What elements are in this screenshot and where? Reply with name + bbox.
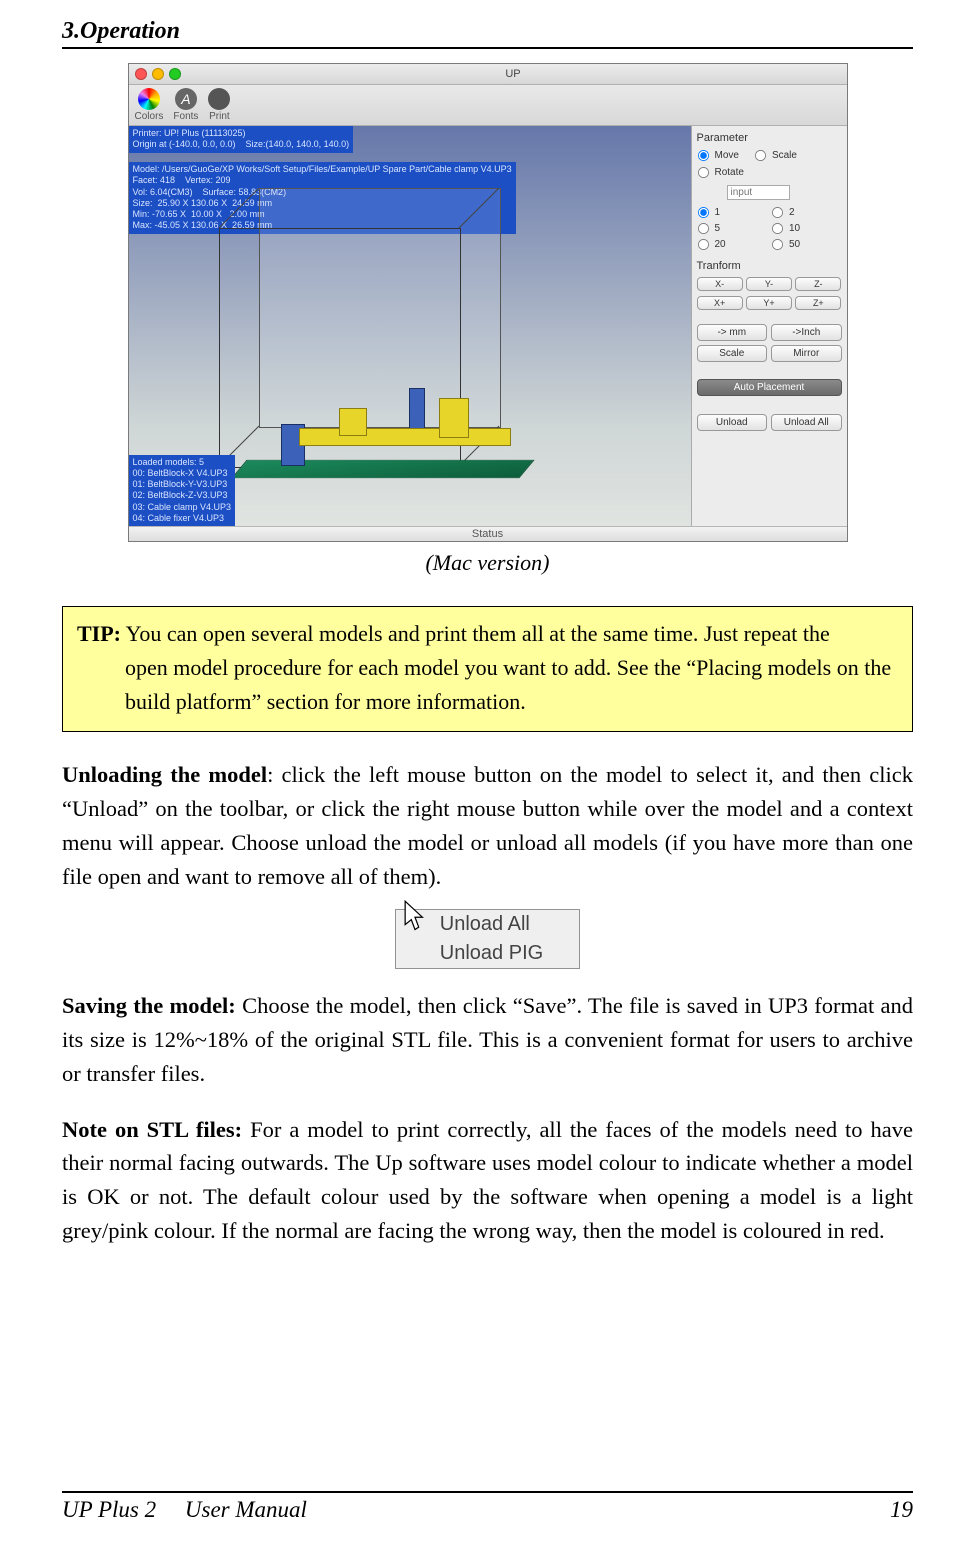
- btn-x-plus[interactable]: X+: [697, 296, 743, 310]
- radio-20[interactable]: [697, 239, 708, 250]
- printer-info-overlay: Printer: UP! Plus (11113025) Origin at (…: [129, 126, 354, 153]
- toolbar-colors[interactable]: Colors: [135, 88, 164, 122]
- status-bar: Status: [129, 526, 847, 541]
- context-menu-figure: Unload All Unload PIG: [395, 909, 580, 969]
- cursor-icon: [402, 900, 428, 932]
- radio-5[interactable]: [697, 223, 708, 234]
- side-panel: Parameter Move Scale Rotate 1 2 5 10 2: [691, 126, 847, 526]
- header-title: 3.Operation: [62, 18, 180, 44]
- save-label: Saving the model:: [62, 993, 236, 1018]
- btn-x-minus[interactable]: X-: [697, 277, 743, 291]
- toolbar-print[interactable]: Print: [208, 88, 230, 122]
- fonts-icon: A: [175, 88, 197, 110]
- page-footer: UP Plus 2 User Manual 19: [62, 1491, 913, 1523]
- transform-title: Tranform: [697, 260, 842, 272]
- model-graphic: [299, 398, 519, 443]
- paragraph-save: Saving the model: Choose the model, then…: [62, 989, 913, 1090]
- colors-icon: [138, 88, 160, 110]
- mac-titlebar: UP: [129, 64, 847, 85]
- build-volume-graphic: [219, 188, 539, 488]
- paragraph-unload: Unloading the model: click the left mous…: [62, 758, 913, 893]
- print-icon: [208, 88, 230, 110]
- tip-box: TIP: You can open several models and pri…: [62, 606, 913, 732]
- btn-to-mm[interactable]: -> mm: [697, 324, 768, 341]
- btn-y-plus[interactable]: Y+: [746, 296, 792, 310]
- btn-to-inch[interactable]: ->Inch: [771, 324, 842, 341]
- window-title: UP: [186, 68, 841, 80]
- minimize-icon: [152, 68, 164, 80]
- radio-50[interactable]: [772, 239, 783, 250]
- tip-label: TIP:: [77, 621, 121, 646]
- paragraph-note: Note on STL files: For a model to print …: [62, 1113, 913, 1248]
- btn-y-minus[interactable]: Y-: [746, 277, 792, 291]
- radio-move[interactable]: [697, 150, 708, 161]
- btn-unload-all[interactable]: Unload All: [771, 414, 842, 431]
- figure-caption: (Mac version): [62, 550, 913, 576]
- tip-text-line2: open model procedure for each model you …: [77, 651, 898, 719]
- radio-10[interactable]: [772, 223, 783, 234]
- note-label: Note on STL files:: [62, 1117, 242, 1142]
- mac-window-figure: UP Colors A Fonts Print Printer: UP!: [128, 63, 848, 542]
- page-header: 3.Operation: [62, 18, 913, 49]
- mac-toolbar: Colors A Fonts Print: [129, 85, 847, 126]
- footer-product: UP Plus 2: [62, 1497, 156, 1522]
- footer-page-number: 19: [890, 1497, 913, 1523]
- loaded-models-overlay: Loaded models: 5 00: BeltBlock-X V4.UP3 …: [129, 455, 236, 527]
- parameter-input[interactable]: [727, 185, 790, 200]
- btn-scale[interactable]: Scale: [697, 345, 768, 362]
- btn-z-plus[interactable]: Z+: [795, 296, 841, 310]
- ctx-item-unload-pig[interactable]: Unload PIG: [396, 939, 579, 968]
- btn-mirror[interactable]: Mirror: [771, 345, 842, 362]
- toolbar-fonts[interactable]: A Fonts: [173, 88, 198, 122]
- unload-label: Unloading the model: [62, 762, 267, 787]
- build-plate-graphic: [231, 460, 534, 478]
- tip-text-line1: You can open several models and print th…: [121, 621, 830, 646]
- zoom-icon: [169, 68, 181, 80]
- footer-doc: User Manual: [185, 1497, 307, 1522]
- viewport-3d[interactable]: Printer: UP! Plus (11113025) Origin at (…: [129, 126, 691, 526]
- radio-scale[interactable]: [755, 150, 766, 161]
- parameter-title: Parameter: [697, 132, 842, 144]
- btn-unload[interactable]: Unload: [697, 414, 768, 431]
- close-icon: [135, 68, 147, 80]
- radio-rotate[interactable]: [697, 167, 708, 178]
- radio-2[interactable]: [772, 207, 783, 218]
- btn-auto-placement[interactable]: Auto Placement: [697, 379, 842, 396]
- btn-z-minus[interactable]: Z-: [795, 277, 841, 291]
- radio-1[interactable]: [697, 207, 708, 218]
